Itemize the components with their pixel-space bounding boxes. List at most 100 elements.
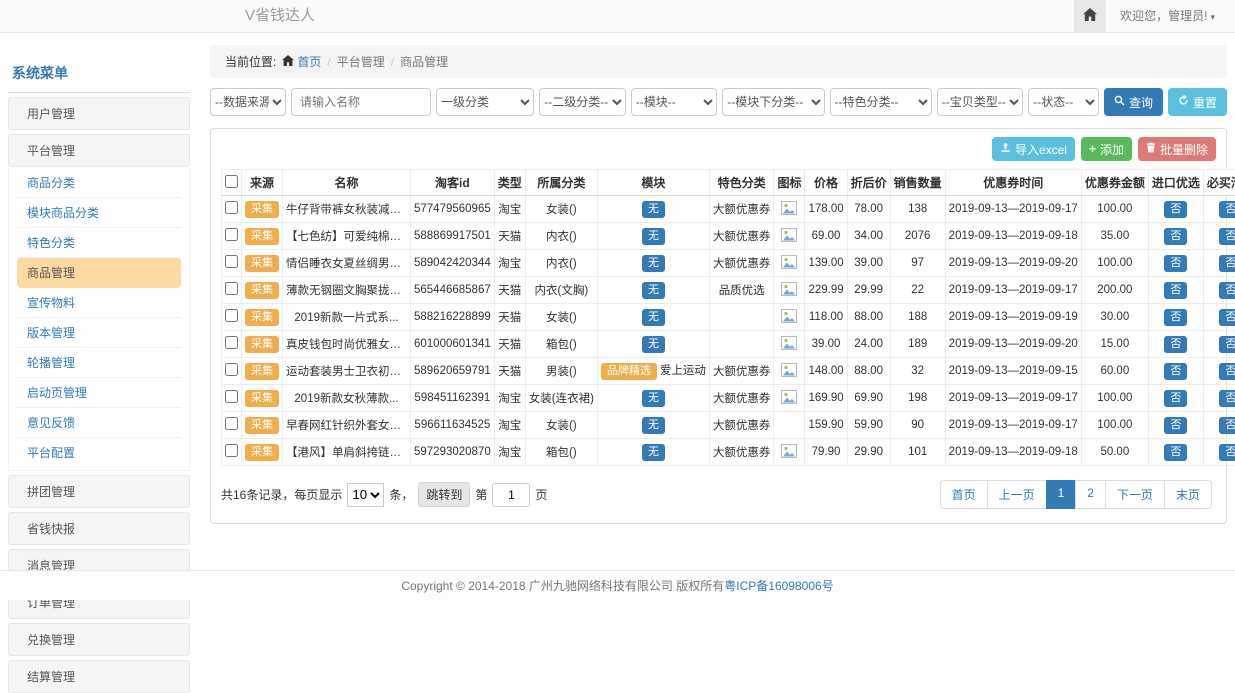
data-source-select[interactable]: --数据来源-- xyxy=(210,88,286,116)
row-checkbox[interactable] xyxy=(225,282,238,295)
cell-module: 无 xyxy=(597,304,709,331)
icp-link[interactable]: 粤ICP备16098006号 xyxy=(724,579,833,593)
sidebar-item[interactable]: 轮播管理 xyxy=(17,348,181,378)
row-checkbox[interactable] xyxy=(225,444,238,457)
item-type-select[interactable]: --宝贝类型-- xyxy=(937,88,1024,116)
reset-button[interactable]: 重置 xyxy=(1168,88,1227,116)
main-content: 当前位置: 首页 / 平台管理 / 商品管理 --数据来源--一级分类--二级分… xyxy=(210,45,1227,524)
row-checkbox[interactable] xyxy=(225,255,238,268)
import-select-toggle[interactable]: 否 xyxy=(1164,255,1187,272)
feature-category-select[interactable]: --特色分类-- xyxy=(830,88,932,116)
name-search-input[interactable] xyxy=(291,88,431,116)
sidebar-submenu: 商品分类模块商品分类特色分类商品管理宣传物料版本管理轮播管理启动页管理意见反馈平… xyxy=(8,167,190,471)
sidebar-menu: 用户管理平台管理商品分类模块商品分类特色分类商品管理宣传物料版本管理轮播管理启动… xyxy=(8,97,190,693)
sidebar-item[interactable]: 宣传物料 xyxy=(17,288,181,318)
breadcrumb-home-link[interactable]: 首页 xyxy=(282,53,321,70)
next-page-button[interactable]: 下一页 xyxy=(1105,480,1165,509)
sidebar-item[interactable]: 启动页管理 xyxy=(17,378,181,408)
last-page-button[interactable]: 末页 xyxy=(1164,480,1212,509)
must-buy-toggle[interactable]: 否 xyxy=(1219,282,1235,299)
column-header: 模块 xyxy=(597,170,709,196)
cell-must-buy: 否 xyxy=(1203,358,1235,385)
user-menu[interactable]: 欢迎您，管理员!▾ xyxy=(1106,0,1235,32)
module-select[interactable]: --模块-- xyxy=(631,88,718,116)
page-2-button[interactable]: 2 xyxy=(1075,480,1106,509)
row-checkbox[interactable] xyxy=(225,201,238,214)
cell-module: 无 xyxy=(597,439,709,466)
jump-button[interactable]: 跳转到 xyxy=(418,482,470,507)
per-page-select[interactable]: 10 xyxy=(347,483,384,507)
sidebar-item[interactable]: 特色分类 xyxy=(17,228,181,258)
import-excel-button[interactable]: 导入excel xyxy=(992,137,1075,161)
page-number-input[interactable] xyxy=(492,483,530,507)
page-1-button[interactable]: 1 xyxy=(1046,480,1077,509)
cell-name: 【七色纺】可爱纯棉家... xyxy=(283,223,411,250)
row-checkbox[interactable] xyxy=(225,390,238,403)
row-checkbox[interactable] xyxy=(225,336,238,349)
sidebar-item[interactable]: 商品分类 xyxy=(17,168,181,198)
level2-category-select[interactable]: --二级分类-- xyxy=(539,88,626,116)
row-checkbox[interactable] xyxy=(225,363,238,376)
select-all-checkbox[interactable] xyxy=(225,175,238,188)
must-buy-toggle[interactable]: 否 xyxy=(1219,336,1235,353)
cell-sales: 22 xyxy=(890,277,945,304)
cell-checkbox xyxy=(222,304,242,331)
search-button[interactable]: 查询 xyxy=(1104,88,1163,116)
import-select-toggle[interactable]: 否 xyxy=(1164,390,1187,407)
import-select-toggle[interactable]: 否 xyxy=(1164,282,1187,299)
must-buy-toggle[interactable]: 否 xyxy=(1219,255,1235,272)
level1-category-select[interactable]: 一级分类 xyxy=(436,88,534,116)
cell-feature: 大额优惠券 xyxy=(709,439,774,466)
first-page-button[interactable]: 首页 xyxy=(940,480,988,509)
sidebar-item[interactable]: 商品管理 xyxy=(17,258,181,288)
sidebar-group-1[interactable]: 平台管理 xyxy=(8,134,190,167)
must-buy-toggle[interactable]: 否 xyxy=(1219,309,1235,326)
add-button[interactable]: + 添加 xyxy=(1081,137,1132,161)
cell-checkbox xyxy=(222,196,242,223)
cell-taoke-id: 598451162391 xyxy=(411,385,495,412)
must-buy-toggle[interactable]: 否 xyxy=(1219,201,1235,218)
row-checkbox[interactable] xyxy=(225,228,238,241)
sidebar-group-2[interactable]: 拼团管理 xyxy=(8,475,190,508)
import-select-toggle[interactable]: 否 xyxy=(1164,444,1187,461)
module-subcategory-select[interactable]: --模块下分类-- xyxy=(722,88,824,116)
must-buy-toggle[interactable]: 否 xyxy=(1219,363,1235,380)
cell-module: 无 xyxy=(597,196,709,223)
prev-page-button[interactable]: 上一页 xyxy=(987,480,1047,509)
sidebar-group-3[interactable]: 省钱快报 xyxy=(8,512,190,545)
import-select-toggle[interactable]: 否 xyxy=(1164,336,1187,353)
import-select-toggle[interactable]: 否 xyxy=(1164,417,1187,434)
cell-category: 女装(连衣裙) xyxy=(525,385,597,412)
cell-type: 淘宝 xyxy=(494,439,525,466)
column-header: 所属分类 xyxy=(525,170,597,196)
sidebar-item[interactable]: 版本管理 xyxy=(17,318,181,348)
sidebar-group-0[interactable]: 用户管理 xyxy=(8,97,190,130)
home-button[interactable] xyxy=(1074,0,1106,32)
cell-checkbox xyxy=(222,439,242,466)
sidebar-item[interactable]: 平台配置 xyxy=(17,438,181,467)
cell-coupon-time: 2019-09-13—2019-09-15 xyxy=(945,358,1081,385)
cell-sales: 198 xyxy=(890,385,945,412)
batch-delete-button[interactable]: 批量删除 xyxy=(1138,137,1216,161)
must-buy-toggle[interactable]: 否 xyxy=(1219,444,1235,461)
cell-taoke-id: 565446685867 xyxy=(411,277,495,304)
module-badge: 无 xyxy=(642,444,665,461)
row-checkbox[interactable] xyxy=(225,309,238,322)
cell-must-buy: 否 xyxy=(1203,412,1235,439)
import-select-toggle[interactable]: 否 xyxy=(1164,201,1187,218)
sidebar-item[interactable]: 模块商品分类 xyxy=(17,198,181,228)
import-select-toggle[interactable]: 否 xyxy=(1164,228,1187,245)
sidebar-group-7[interactable]: 结算管理 xyxy=(8,660,190,693)
cell-taoke-id: 596611634525 xyxy=(411,412,495,439)
import-select-toggle[interactable]: 否 xyxy=(1164,363,1187,380)
sidebar-group-6[interactable]: 兑换管理 xyxy=(8,623,190,656)
cell-import-select: 否 xyxy=(1148,412,1203,439)
row-checkbox[interactable] xyxy=(225,417,238,430)
status-select[interactable]: --状态-- xyxy=(1028,88,1099,116)
must-buy-toggle[interactable]: 否 xyxy=(1219,228,1235,245)
column-header: 名称 xyxy=(283,170,411,196)
import-select-toggle[interactable]: 否 xyxy=(1164,309,1187,326)
sidebar-item[interactable]: 意见反馈 xyxy=(17,408,181,438)
must-buy-toggle[interactable]: 否 xyxy=(1219,390,1235,407)
must-buy-toggle[interactable]: 否 xyxy=(1219,417,1235,434)
